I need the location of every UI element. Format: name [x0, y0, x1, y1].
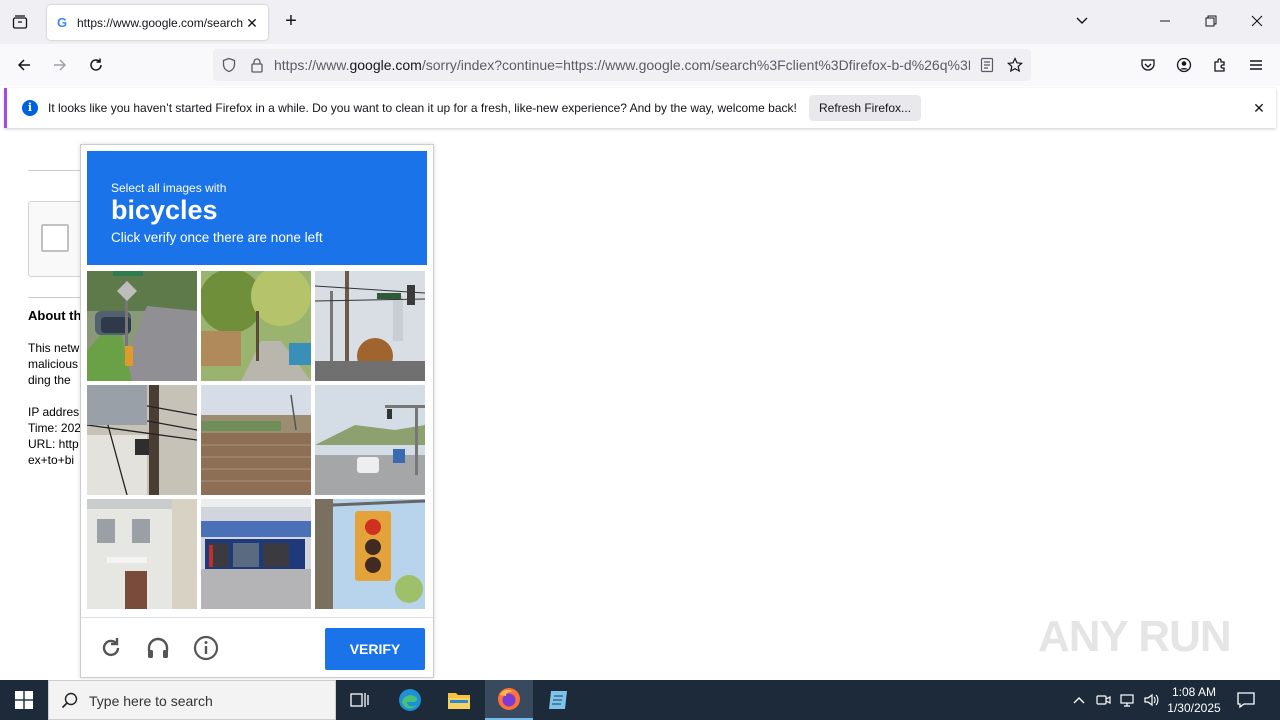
captcha-tile-overpass-bridge[interactable]: [201, 385, 311, 495]
taskbar: Type here to search 1:08 AM 1/30/2025: [0, 680, 1280, 720]
captcha-header: Select all images with bicycles Click ve…: [87, 151, 427, 265]
taskbar-clock[interactable]: 1:08 AM 1/30/2025: [1164, 684, 1224, 716]
info-circle-icon[interactable]: [192, 634, 220, 662]
captcha-tile-apartment-building[interactable]: [87, 499, 197, 609]
page-text-line: ex+to+bi: [28, 453, 75, 467]
tab-google-search[interactable]: G https://www.google.com/search?client=f…: [47, 5, 268, 40]
url-text[interactable]: https://www.google.com/sorry/index?conti…: [274, 57, 970, 73]
forward-icon[interactable]: [46, 52, 74, 78]
reload-icon[interactable]: [82, 52, 110, 78]
show-hidden-icons-chevron-icon[interactable]: [1070, 691, 1088, 709]
tracking-protection-shield-icon[interactable]: [220, 56, 238, 74]
recaptcha-checkbox[interactable]: [41, 224, 69, 252]
captcha-tile-utility-pole-wires[interactable]: [87, 385, 197, 495]
verify-button[interactable]: VERIFY: [325, 628, 425, 670]
captcha-tile-traffic-light[interactable]: [315, 499, 425, 609]
list-all-tabs-icon[interactable]: [1067, 8, 1097, 34]
account-icon[interactable]: [1170, 52, 1198, 78]
meet-now-icon[interactable]: [1094, 691, 1112, 709]
clock-time: 1:08 AM: [1171, 685, 1217, 699]
captcha-instruction: Select all images with: [111, 181, 227, 195]
captcha-footer: VERIFY: [81, 617, 433, 677]
captcha-hint: Click verify once there are none left: [111, 230, 323, 245]
page-text-line: Time: 202: [28, 421, 81, 435]
tab-title: https://www.google.com/search?client=fir…: [77, 15, 244, 30]
firefox-taskbar-icon[interactable]: [485, 680, 533, 720]
minimize-icon[interactable]: [1150, 8, 1180, 34]
new-tab-icon[interactable]: +: [280, 10, 302, 32]
search-icon: [61, 692, 79, 710]
url-host: google.com: [349, 57, 422, 73]
refresh-firefox-button[interactable]: Refresh Firefox...: [809, 95, 921, 121]
edge-browser-icon[interactable]: [386, 680, 434, 720]
taskbar-search-box[interactable]: Type here to search: [48, 680, 336, 720]
lock-icon[interactable]: [248, 56, 266, 74]
captcha-tile-tree-lined-street-bus[interactable]: [201, 271, 311, 381]
google-favicon-icon: G: [57, 14, 68, 30]
bookmark-star-icon[interactable]: [1006, 56, 1024, 74]
back-icon[interactable]: [10, 52, 38, 78]
clock-date: 1/30/2025: [1167, 701, 1221, 715]
captcha-challenge: Select all images with bicycles Click ve…: [80, 144, 434, 678]
reload-challenge-icon[interactable]: [97, 634, 125, 662]
captcha-tile-traffic-signal-poles[interactable]: [315, 271, 425, 381]
anyrun-watermark: ANY RUN: [1038, 612, 1232, 661]
notification-text: It looks like you haven’t started Firefo…: [48, 101, 797, 115]
captcha-image-grid: [87, 271, 427, 611]
navigation-bar: https://www.google.com/sorry/index?conti…: [0, 44, 1280, 86]
refresh-firefox-notification: i It looks like you haven’t started Fire…: [4, 88, 1276, 128]
tab-strip: G https://www.google.com/search?client=f…: [0, 0, 1280, 44]
search-placeholder: Type here to search: [89, 693, 213, 709]
page-text-line: URL: http: [28, 437, 79, 451]
captcha-tile-storefront[interactable]: [201, 499, 311, 609]
file-explorer-icon[interactable]: [435, 680, 483, 720]
extensions-icon[interactable]: [1206, 52, 1234, 78]
action-center-icon[interactable]: [1236, 690, 1258, 710]
network-icon[interactable]: [1118, 691, 1136, 709]
divider: [28, 170, 88, 171]
reader-view-icon[interactable]: [978, 56, 996, 74]
page-text-line: This netw: [28, 341, 80, 355]
windows-start-icon[interactable]: [0, 680, 48, 720]
page-text-line: malicious: [28, 357, 79, 371]
divider: [28, 297, 88, 298]
page-text-line: ding the: [28, 373, 71, 387]
tab-close-icon[interactable]: ✕: [244, 15, 260, 31]
url-bar[interactable]: https://www.google.com/sorry/index?conti…: [213, 49, 1031, 81]
task-view-icon[interactable]: [336, 680, 384, 720]
captcha-tile-intersection-cars[interactable]: [315, 385, 425, 495]
volume-icon[interactable]: [1142, 691, 1160, 709]
notification-close-icon[interactable]: ✕: [1251, 100, 1267, 116]
captcha-tile-street-hydrant[interactable]: [87, 271, 197, 381]
page-text-line: IP addres: [28, 405, 80, 419]
notepad-app-icon[interactable]: [534, 680, 582, 720]
info-icon: i: [22, 100, 38, 116]
menu-icon[interactable]: [1242, 52, 1270, 78]
recaptcha-box: [28, 201, 88, 277]
firefox-view-icon[interactable]: [8, 10, 32, 34]
pocket-icon[interactable]: [1134, 52, 1162, 78]
captcha-target: bicycles: [111, 195, 218, 225]
restore-icon[interactable]: [1196, 8, 1226, 34]
close-window-icon[interactable]: [1242, 8, 1272, 34]
audio-challenge-icon[interactable]: [144, 634, 172, 662]
about-heading: About th: [28, 308, 82, 323]
